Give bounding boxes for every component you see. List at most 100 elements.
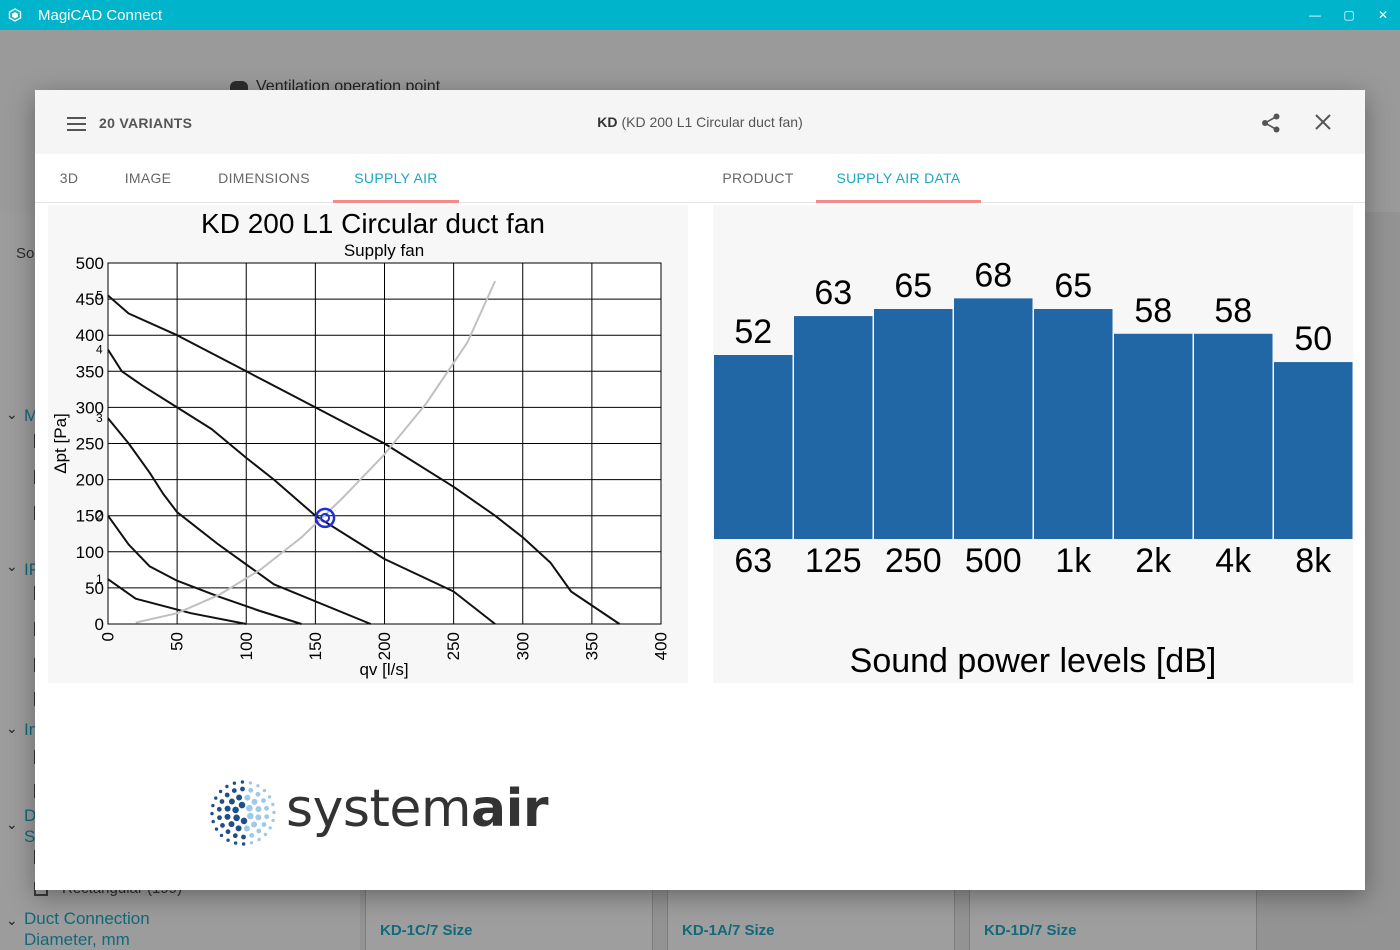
logo-dot	[240, 817, 248, 825]
share-icon[interactable]	[1260, 112, 1282, 134]
window-titlebar: MagiCAD Connect — ▢ ✕	[0, 0, 1400, 30]
tab-dimensions[interactable]: DIMENSIONS	[207, 154, 321, 203]
logo-dot	[248, 781, 253, 785]
logo-dot	[251, 798, 258, 805]
bar-value-label: 50	[1294, 320, 1332, 358]
x-axis-label: qv [l/s]	[359, 660, 408, 679]
x-tick-label: 250	[444, 632, 463, 660]
logo-dot	[228, 821, 235, 828]
logo-dot	[240, 780, 245, 784]
window-title: MagiCAD Connect	[38, 6, 163, 24]
sound-bar	[1034, 309, 1113, 539]
logo-dot	[219, 833, 224, 838]
frequency-label: 500	[965, 542, 1022, 580]
chart-title: KD 200 L1 Circular duct fan	[201, 208, 545, 239]
y-tick-label: 350	[76, 362, 104, 381]
logo-dot	[224, 813, 231, 820]
logo-dot	[224, 792, 230, 798]
product-code: KD	[597, 114, 618, 130]
frequency-label: 2k	[1135, 542, 1172, 580]
logo-dot	[210, 811, 214, 816]
bar-value-label: 58	[1134, 292, 1172, 330]
product-name: (KD 200 L1 Circular duct fan)	[621, 114, 803, 130]
x-tick-label: 400	[652, 632, 671, 660]
logo-dot	[225, 829, 231, 835]
logo-dot	[247, 812, 254, 820]
logo-dot	[233, 814, 240, 822]
logo-dot	[261, 798, 266, 803]
fan-curve-label: 5	[96, 288, 103, 302]
logo-dot	[256, 784, 260, 788]
logo-dot	[268, 826, 272, 830]
frequency-label: 4k	[1215, 542, 1252, 580]
chart-subtitle: Supply fan	[344, 241, 424, 260]
logo-dot	[218, 789, 223, 794]
frequency-label: 125	[805, 542, 862, 580]
tab-3d[interactable]: 3D	[49, 154, 89, 203]
close-icon[interactable]	[1313, 112, 1333, 132]
logo-dot	[211, 803, 215, 808]
logo-dot	[249, 841, 254, 845]
y-tick-label: 250	[76, 435, 104, 454]
logo-dot	[255, 814, 262, 821]
sound-bar	[1274, 362, 1353, 539]
dialog-tabs: 3D IMAGE DIMENSIONS SUPPLY AIR PRODUCT S…	[35, 154, 1365, 203]
logo-dot	[219, 799, 225, 804]
y-tick-label: 200	[76, 471, 104, 490]
logo-dot	[217, 815, 222, 821]
maximize-button[interactable]: ▢	[1332, 0, 1366, 30]
y-tick-label: 500	[76, 254, 104, 273]
logo-dot	[271, 802, 275, 807]
logo-dot	[240, 786, 245, 792]
tab-image[interactable]: IMAGE	[113, 154, 183, 203]
fan-curve-label: 4	[96, 343, 103, 357]
minimize-button[interactable]: —	[1298, 0, 1332, 30]
logo-dot	[246, 804, 253, 812]
frequency-label: 250	[885, 542, 942, 580]
frequency-label: 63	[734, 542, 772, 580]
logo-dot	[232, 833, 238, 839]
logo-dot	[255, 806, 262, 813]
logo-dot	[220, 823, 225, 828]
logo-dot	[235, 825, 242, 832]
y-tick-label: 0	[95, 615, 104, 634]
logo-text-bold: air	[471, 779, 549, 839]
logo-dot	[243, 825, 250, 832]
bar-value-label: 52	[734, 313, 772, 351]
logo-dot	[226, 838, 230, 842]
bar-value-label: 63	[814, 274, 852, 312]
logo-dot	[241, 842, 246, 846]
bar-value-label: 68	[974, 256, 1012, 294]
logo-dot	[244, 794, 251, 801]
logo-dot	[228, 798, 235, 805]
logo-dot	[232, 806, 239, 814]
dialog-header: 20 VARIANTS KD (KD 200 L1 Circular duct f…	[35, 90, 1365, 154]
bar-value-label: 58	[1214, 292, 1252, 330]
sound-power-panel: 52 63 63 125 65 250 68 500 65 1k 58 2k 58 4k 50 8k Sound…	[713, 205, 1353, 683]
sound-bar	[1194, 333, 1273, 539]
bar-value-label: 65	[1054, 267, 1092, 305]
tab-supply-air-data[interactable]: SUPPLY AIR DATA	[816, 154, 981, 203]
logo-dot	[263, 832, 268, 837]
tab-product[interactable]: PRODUCT	[707, 154, 809, 203]
logo-dot	[249, 833, 255, 838]
logo-dot	[267, 795, 272, 799]
logo-dot	[231, 788, 237, 793]
logo-dot	[232, 781, 237, 785]
fan-curve-label: 1	[96, 572, 103, 586]
fan-curve-chart: KD 200 L1 Circular duct fan Supply fan 0 50…	[51, 208, 671, 679]
systemair-logo: systemair	[210, 778, 549, 848]
logo-dot	[214, 827, 219, 831]
logo-dot	[264, 814, 270, 820]
logo-dot	[255, 791, 261, 797]
frequency-label: 1k	[1055, 542, 1092, 580]
close-window-button[interactable]: ✕	[1366, 0, 1400, 30]
systemair-logo-icon	[210, 780, 276, 846]
logo-dot	[216, 806, 222, 812]
x-tick-label: 50	[168, 632, 187, 651]
x-tick-label: 150	[306, 632, 325, 660]
logo-dot	[272, 810, 276, 815]
sound-power-chart: 52 63 63 125 65 250 68 500 65 1k 58 2k 58 4k 50 8k Sound…	[714, 256, 1353, 680]
x-tick-label: 300	[513, 632, 532, 660]
tab-supply-air[interactable]: SUPPLY AIR	[333, 154, 459, 203]
